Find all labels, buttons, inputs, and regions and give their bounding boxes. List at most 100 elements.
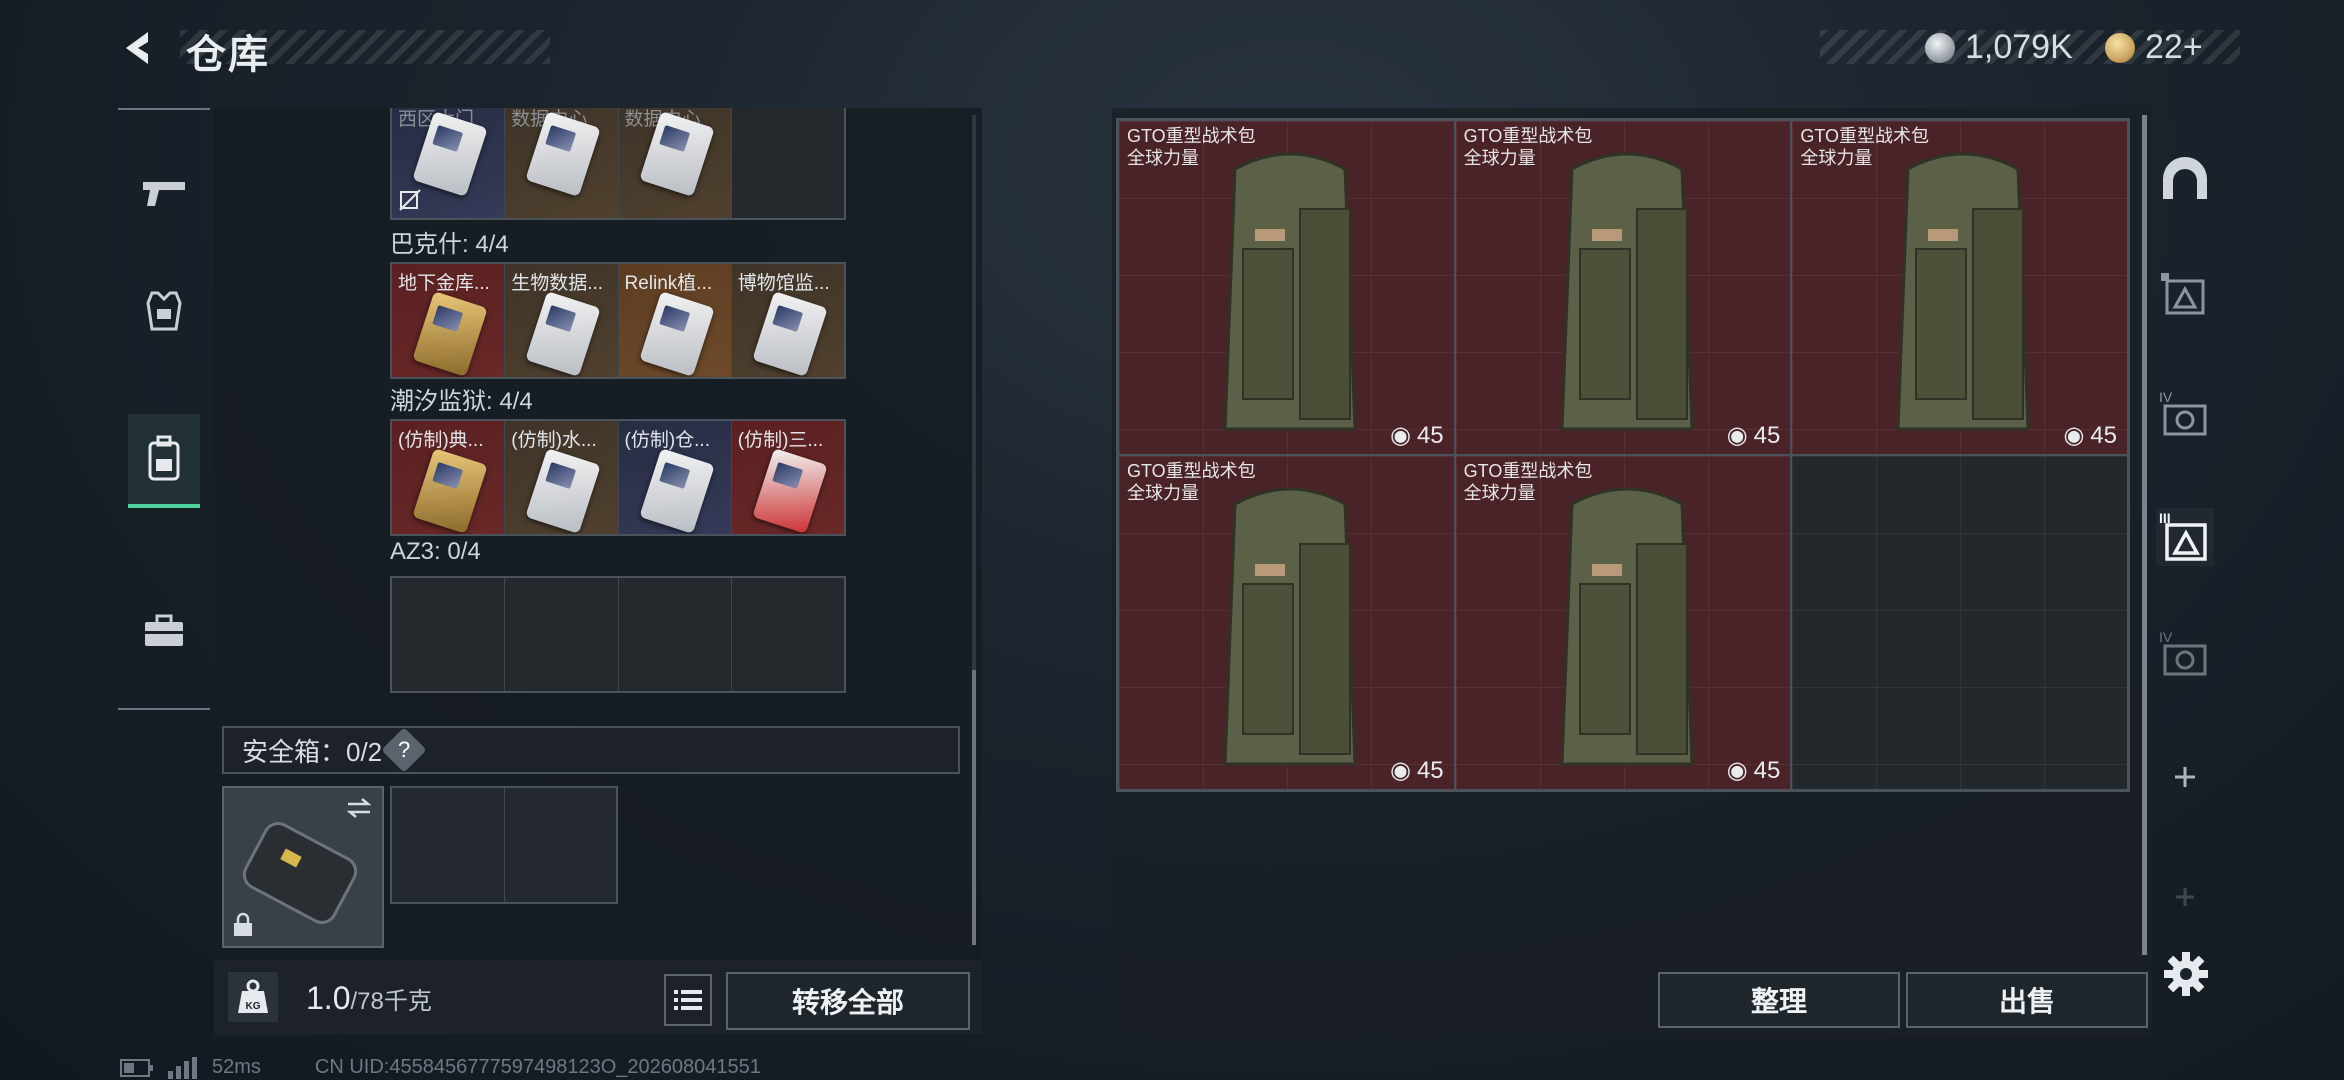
key-card-slot[interactable]: (仿制)典...	[392, 421, 506, 534]
stash-tab-page[interactable]	[2156, 268, 2214, 326]
stash-item[interactable]: GTO重型战术包 全球力量 ◉ 45	[1791, 120, 2128, 455]
keycard-image	[751, 291, 828, 377]
backpack-image	[1223, 152, 1357, 431]
gear-icon	[2164, 952, 2208, 996]
weight-kg-icon: KG	[228, 972, 278, 1022]
svg-text:IV: IV	[2159, 629, 2173, 645]
stash-page-icon	[2161, 273, 2205, 315]
key-card-slot[interactable]: 西区大门	[392, 108, 506, 218]
stash-page-active-icon: III	[2159, 510, 2207, 561]
key-card-slot-empty[interactable]	[731, 108, 844, 218]
svg-text:IV: IV	[2159, 389, 2173, 405]
key-card-slot-empty[interactable]	[505, 578, 619, 691]
coin-icon	[1925, 32, 1955, 63]
nav-weapons[interactable]	[128, 148, 200, 238]
stash-item[interactable]: GTO重型战术包 全球力量 ◉ 45	[1118, 455, 1455, 790]
key-card-slot[interactable]: 数据中心	[505, 108, 619, 218]
keycard-image	[412, 291, 488, 377]
add-stash-page-button[interactable]	[2156, 748, 2214, 806]
backpack-image	[1896, 152, 2030, 431]
backpack-image	[1560, 152, 1694, 431]
collection-heading: AZ3: 0/4	[390, 538, 481, 565]
nav-toolbox[interactable]	[128, 586, 200, 676]
chevron-left-icon	[126, 32, 148, 64]
currency-coins[interactable]: 1,079K	[1925, 28, 2073, 67]
premium-coin-icon	[2105, 32, 2135, 63]
key-card-label: (仿制)三...	[737, 430, 824, 451]
nav-backpacks[interactable]	[128, 414, 200, 508]
currency-premium[interactable]: 22+	[2105, 28, 2203, 67]
no-transfer-icon	[399, 189, 421, 211]
add-stash-page-disabled	[2156, 868, 2214, 926]
carry-weight-readout: 1.0/78千克	[306, 980, 432, 1017]
nav-divider	[118, 708, 210, 710]
item-capacity: ◉ 45	[1390, 421, 1444, 450]
signal-icon	[168, 1056, 197, 1079]
stash-page-iv-icon: IV	[2159, 629, 2207, 676]
capacity-icon: ◉	[1390, 422, 1411, 449]
stash-tab-page-iv-2[interactable]: IV	[2156, 625, 2214, 683]
plus-icon	[2176, 888, 2194, 906]
key-card-slot-empty[interactable]	[392, 578, 506, 691]
help-icon[interactable]: ?	[381, 727, 427, 773]
nav-armor[interactable]	[128, 266, 200, 356]
nav-divider	[118, 108, 210, 110]
uid-text: CN UID:4558456777597498123O_202608041551	[314, 1056, 761, 1078]
stash-tab-page-active[interactable]: III	[2156, 508, 2214, 566]
svg-text:KG: KG	[246, 1001, 261, 1012]
armor-icon	[146, 291, 182, 331]
key-card-label: 博物馆监...	[737, 273, 830, 294]
key-row: 地下金库... 生物数据... Relink植... 博物馆监...	[390, 262, 846, 379]
pistol-icon	[143, 182, 185, 206]
key-card-slot[interactable]: (仿制)仓...	[618, 421, 732, 534]
sort-button[interactable]: 整理	[1658, 972, 1900, 1028]
lock-icon	[234, 912, 252, 936]
key-card-slot[interactable]: (仿制)水...	[505, 421, 619, 534]
capacity-icon: ◉	[1726, 757, 1748, 784]
key-card-slot[interactable]: 地下金库...	[392, 264, 506, 377]
settings-button[interactable]	[2162, 950, 2210, 998]
collection-heading: 巴克什: 4/4	[390, 231, 509, 258]
key-card-slot-empty[interactable]	[731, 578, 844, 691]
page-title: 仓库	[186, 33, 270, 77]
status-footer: 52ms CN UID:4558456777597498123O_2026080…	[120, 1056, 761, 1079]
safe-box-label: 安全箱：0/2	[242, 736, 383, 767]
stash-empty-slot[interactable]	[1791, 455, 2128, 790]
list-icon	[674, 990, 702, 1010]
right-scrollbar[interactable]	[2142, 115, 2147, 955]
key-card-slot[interactable]: 生物数据...	[505, 264, 619, 377]
keycard-image	[525, 448, 602, 534]
item-capacity: ◉ 45	[1726, 756, 1781, 785]
stash-page-iv-icon: IV	[2159, 389, 2207, 436]
key-card-slot[interactable]: 博物馆监...	[731, 264, 844, 377]
key-card-slot[interactable]: (仿制)三...	[731, 421, 844, 534]
back-button[interactable]	[112, 24, 164, 72]
key-card-label: Relink植...	[624, 273, 713, 294]
key-card-slot[interactable]: 数据中心	[618, 108, 732, 218]
safe-box-item[interactable]	[222, 786, 384, 948]
stash-tab-helmet[interactable]	[2156, 150, 2214, 208]
transfer-all-button[interactable]: 转移全部	[726, 972, 970, 1030]
key-card-slot-empty[interactable]	[618, 578, 732, 691]
sell-button[interactable]: 出售	[1906, 972, 2148, 1028]
swap-icon[interactable]	[344, 796, 374, 820]
premium-value: 22+	[2145, 28, 2203, 66]
help-mark: ?	[398, 737, 411, 762]
stash-item[interactable]: GTO重型战术包 全球力量 ◉ 45	[1454, 120, 1792, 455]
weight-capacity: /78千克	[350, 988, 432, 1015]
stash-tab-page-iv[interactable]: IV	[2156, 385, 2214, 443]
keycard-image	[638, 448, 715, 534]
stash-item[interactable]: GTO重型战术包 全球力量 ◉ 45	[1454, 455, 1792, 790]
list-view-button[interactable]	[664, 974, 712, 1026]
key-row	[390, 576, 846, 693]
safe-box-header: 安全箱：0/2 ?	[222, 726, 960, 774]
stash-item[interactable]: GTO重型战术包 全球力量 ◉ 45	[1118, 120, 1455, 455]
key-card-label: (仿制)水...	[511, 430, 597, 451]
left-scrollbar-thumb[interactable]	[972, 670, 976, 945]
keycard-image	[525, 291, 602, 377]
ping-value: 52ms	[212, 1056, 261, 1078]
key-card-slot[interactable]: Relink植...	[618, 264, 732, 377]
keycard-image	[412, 448, 488, 534]
safe-box-empty-slots[interactable]	[390, 786, 618, 904]
backpack-image	[1560, 487, 1694, 766]
